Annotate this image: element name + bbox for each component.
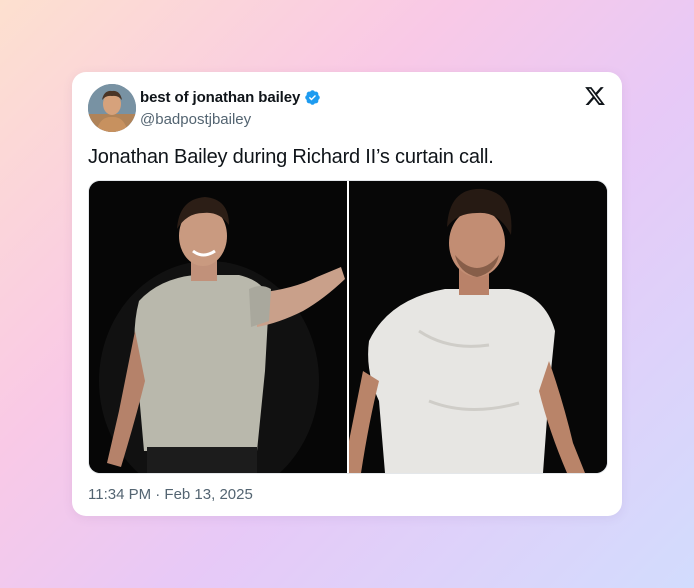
tweet-card: best of jonathan bailey @badpostjbailey … <box>72 72 622 516</box>
media-grid <box>88 180 608 474</box>
author-handle[interactable]: @badpostjbailey <box>140 111 251 128</box>
display-name[interactable]: best of jonathan bailey <box>140 89 300 106</box>
tweet-timestamp[interactable]: 11:34 PM · Feb 13, 2025 <box>88 486 253 503</box>
author-name-row: best of jonathan bailey <box>140 89 321 106</box>
photo-1[interactable] <box>89 181 347 473</box>
photo-2[interactable] <box>349 181 607 473</box>
avatar[interactable] <box>88 84 136 132</box>
tweet-text: Jonathan Bailey during Richard II’s curt… <box>88 146 494 168</box>
x-logo-icon[interactable] <box>584 85 606 107</box>
verified-badge-icon <box>304 89 321 106</box>
